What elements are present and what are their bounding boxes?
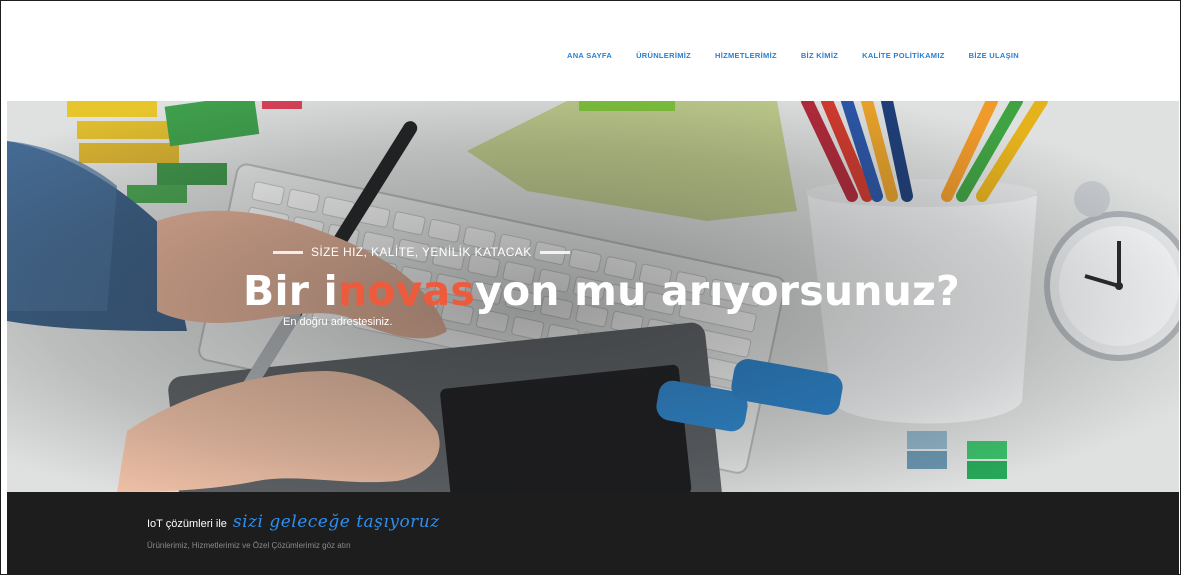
footer-tagline: Ürünlerimiz, Hizmetlerimiz ve Özel Çözüm… — [147, 541, 351, 550]
footer-bar: IoT çözümleri ile sizi geleceğe taşıyoru… — [7, 492, 1179, 574]
nav-item-urunlerimiz[interactable]: ÜRÜNLERİMİZ — [624, 51, 703, 61]
main-nav: ANA SAYFA ÜRÜNLERİMİZ HİZMETLERİMİZ BİZ … — [555, 51, 1031, 61]
nav-item-hizmetlerimiz[interactable]: HİZMETLERİMİZ — [703, 51, 789, 61]
site-header: ANA SAYFA ÜRÜNLERİMİZ HİZMETLERİMİZ BİZ … — [2, 2, 1179, 101]
hero-headline: Bir inovasyon mu arıyorsunuz? — [243, 263, 1043, 319]
eyebrow-dash-right — [539, 250, 570, 254]
hero-subline: En doğru adrestesiniz. — [283, 316, 393, 328]
hero-eyebrow-text: SİZE HIZ, KALİTE, YENİLİK KATACAK — [311, 245, 532, 259]
nav-item-kalite-politikamiz[interactable]: KALİTE POLİTİKAMIZ — [850, 51, 956, 61]
footer-script: sizi geleceğe taşıyoruz — [232, 512, 440, 532]
page-frame: ANA SAYFA ÜRÜNLERİMİZ HİZMETLERİMİZ BİZ … — [0, 0, 1181, 575]
nav-item-biz-kimiz[interactable]: BİZ KİMİZ — [789, 51, 850, 61]
nav-item-ana-sayfa[interactable]: ANA SAYFA — [555, 51, 624, 61]
nav-item-bize-ulasin[interactable]: BİZE ULAŞIN — [957, 51, 1031, 61]
footer-lead: IoT çözümleri ile — [147, 518, 227, 530]
hero-eyebrow: SİZE HIZ, KALİTE, YENİLİK KATACAK — [273, 245, 570, 259]
headline-accent: novas — [337, 267, 476, 315]
headline-part2: yon mu arıyorsunuz? — [475, 267, 961, 315]
eyebrow-dash-left — [273, 250, 303, 254]
footer-headline: IoT çözümleri ile sizi geleceğe taşıyoru… — [147, 512, 440, 532]
headline-part1: Bir i — [243, 267, 338, 315]
